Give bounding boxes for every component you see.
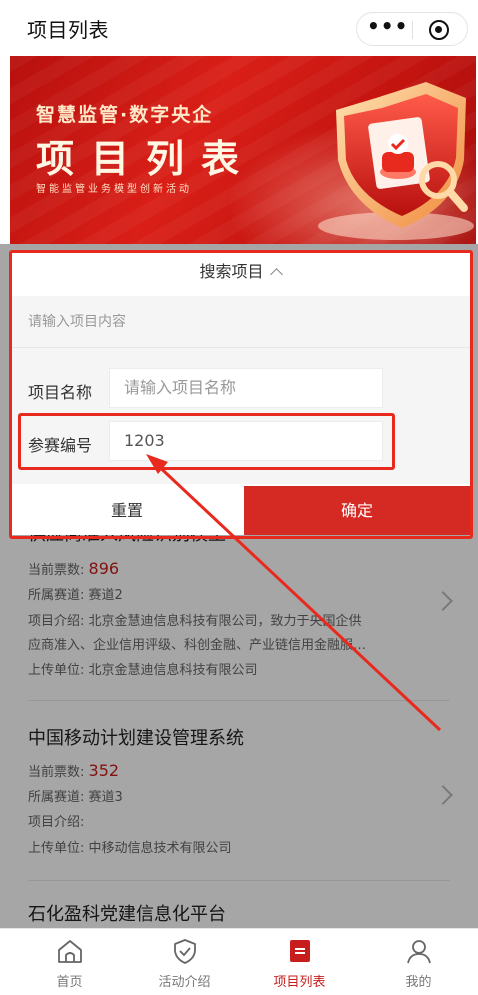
more-icon[interactable]: ••• bbox=[367, 16, 407, 40]
tab-project-list[interactable]: 项目列表 bbox=[240, 929, 359, 995]
project-name-label: 项目名称 bbox=[28, 383, 93, 402]
banner-tagline: 智慧监管·数字央企 bbox=[36, 104, 214, 126]
tab-mine[interactable]: 我的 bbox=[359, 929, 478, 995]
tab-intro[interactable]: 活动介绍 bbox=[125, 929, 244, 995]
nav-bar: 项目列表 ••• bbox=[0, 0, 478, 56]
project-name-input[interactable]: 请输入项目名称 bbox=[109, 368, 383, 408]
banner-title: 项目列表 bbox=[36, 137, 257, 181]
tab-intro-label: 活动介绍 bbox=[158, 975, 211, 990]
confirm-button[interactable]: 确定 bbox=[244, 486, 470, 535]
miniapp-capsule: ••• bbox=[356, 12, 468, 46]
entry-id-label: 参赛编号 bbox=[28, 436, 93, 455]
user-icon bbox=[407, 940, 431, 964]
search-panel-toggle[interactable]: 搜索项目 bbox=[10, 252, 470, 296]
entry-id-input[interactable]: 1203 bbox=[109, 421, 383, 461]
shield-illustration-icon bbox=[318, 82, 474, 240]
close-target-icon[interactable] bbox=[429, 20, 449, 40]
search-panel: 搜索项目 请输入项目内容 项目名称 请输入项目名称 参赛编号 1203 重置 确… bbox=[10, 252, 470, 535]
tab-project-list-label: 项目列表 bbox=[273, 975, 326, 990]
banner-subtitle: 智能监管业务模型创新活动 bbox=[36, 184, 192, 195]
search-panel-title: 搜索项目 bbox=[199, 262, 264, 281]
tab-home-label: 首页 bbox=[56, 975, 83, 990]
tab-home[interactable]: 首页 bbox=[10, 929, 129, 995]
capsule-divider bbox=[412, 21, 413, 39]
bottom-tab-bar: 首页 活动介绍 项目列表 我的 bbox=[0, 928, 478, 995]
project-content-input[interactable]: 请输入项目内容 bbox=[10, 296, 470, 348]
page-title: 项目列表 bbox=[27, 18, 109, 42]
tab-mine-label: 我的 bbox=[405, 975, 432, 990]
home-icon bbox=[58, 940, 82, 963]
list-icon bbox=[290, 940, 310, 962]
shield-check-icon bbox=[174, 939, 196, 964]
reset-button[interactable]: 重置 bbox=[10, 486, 244, 535]
hero-banner: 智慧监管·数字央企 项目列表 智能监管业务模型创新活动 bbox=[10, 56, 476, 244]
chevron-up-icon bbox=[269, 268, 283, 281]
